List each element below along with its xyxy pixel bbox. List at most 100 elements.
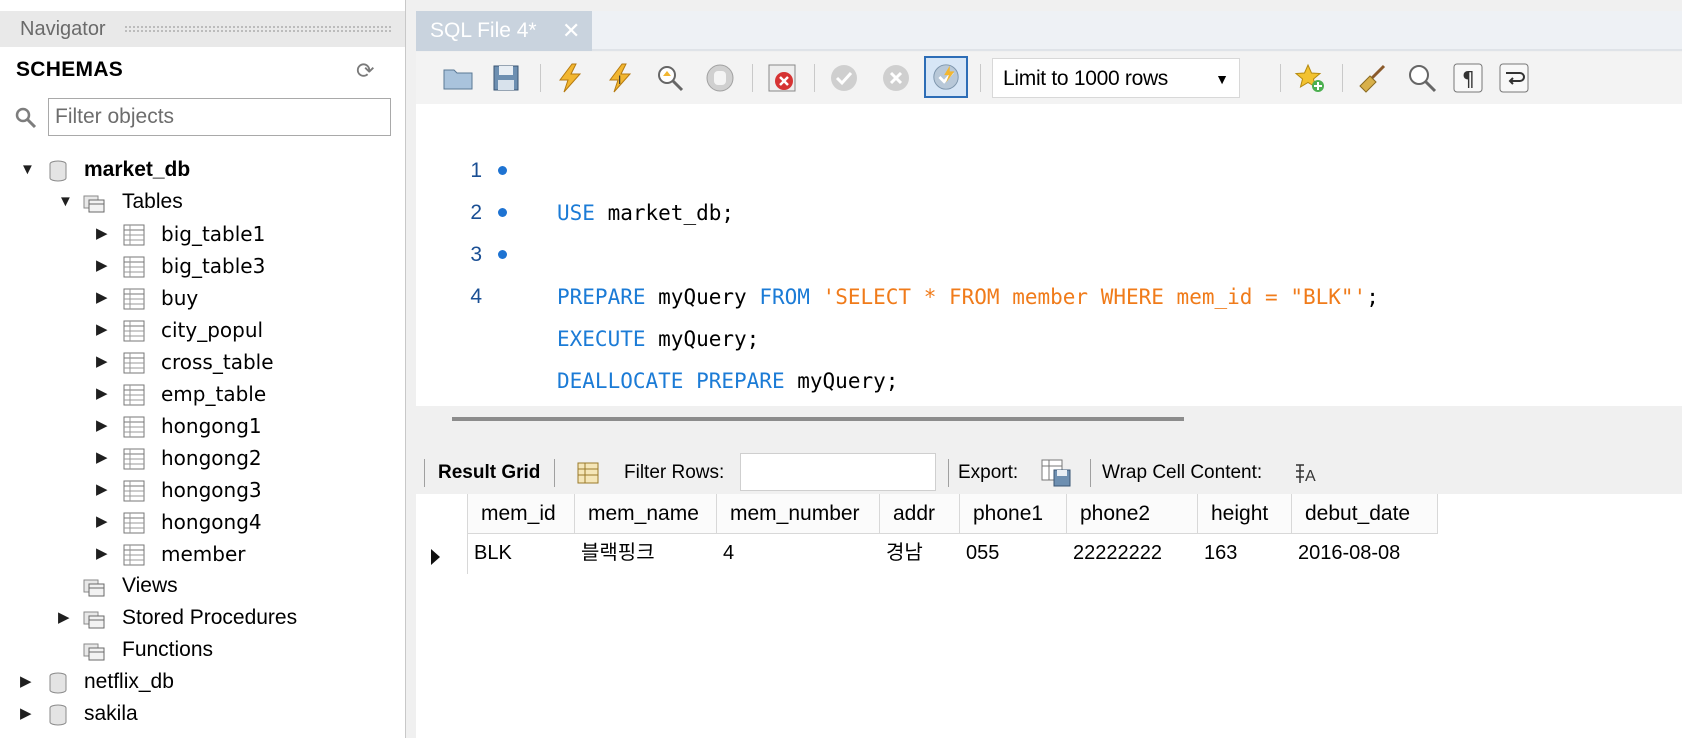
result-grid-tab[interactable]: Result Grid <box>438 452 540 494</box>
table-item[interactable]: ▶ buy <box>0 282 405 314</box>
expand-arrow-icon[interactable]: ▶ <box>20 666 36 698</box>
save-icon[interactable] <box>490 62 522 94</box>
grid-cell[interactable]: 4 <box>717 534 880 572</box>
refresh-icon[interactable]: ⟳ <box>356 60 374 82</box>
table-item[interactable]: ▶ member <box>0 538 405 570</box>
column-header[interactable]: addr <box>880 494 960 534</box>
expand-arrow-icon[interactable]: ▶ <box>96 282 112 314</box>
tables-folder[interactable]: ▼ Tables <box>0 186 405 218</box>
invisible-chars-pilcrow-icon[interactable]: ¶ <box>1452 62 1484 94</box>
export-icon[interactable] <box>1040 458 1072 488</box>
filter-objects-input[interactable] <box>48 98 391 136</box>
grid-cell[interactable]: 블랙핑크 <box>575 534 717 572</box>
execute-lightning-icon[interactable] <box>554 62 586 94</box>
schema-market-db[interactable]: ▼ market_db <box>0 154 405 186</box>
table-item[interactable]: ▶ big_table3 <box>0 250 405 282</box>
expand-arrow-icon[interactable]: ▶ <box>96 378 112 410</box>
execute-current-icon[interactable]: I <box>604 62 636 94</box>
toolbar-separator <box>424 459 425 487</box>
toolbar-separator <box>752 64 753 92</box>
schema-label: sakila <box>84 702 138 725</box>
beautify-broom-icon[interactable] <box>1356 62 1388 94</box>
table-label: hongong4 <box>161 510 262 534</box>
functions-folder[interactable]: Functions <box>0 634 405 666</box>
table-item[interactable]: ▶ hongong3 <box>0 474 405 506</box>
toggle-error-stop-icon[interactable] <box>766 62 798 94</box>
code-line[interactable]: 1 USE market_db; <box>416 108 1682 225</box>
table-label: buy <box>161 286 199 310</box>
schema-netflix-db[interactable]: ▶ netflix_db <box>0 666 405 698</box>
horizontal-scrollbar[interactable] <box>452 417 1184 421</box>
grid-cell[interactable]: 경남 <box>880 534 960 572</box>
rollback-x-icon[interactable] <box>880 62 912 94</box>
table-item[interactable]: ▶ hongong2 <box>0 442 405 474</box>
table-item[interactable]: ▶ emp_table <box>0 378 405 410</box>
column-header[interactable]: mem_id <box>468 494 575 534</box>
table-item[interactable]: ▶ big_table1 <box>0 218 405 250</box>
panel-divider[interactable] <box>405 0 406 738</box>
expand-arrow-icon[interactable]: ▶ <box>96 250 112 282</box>
expand-arrow-icon[interactable]: ▶ <box>58 602 74 634</box>
code-line[interactable]: 2 PREPARE myQuery FROM 'SELECT * FROM me… <box>416 150 1682 309</box>
grid-cell[interactable]: 163 <box>1198 534 1292 572</box>
close-icon[interactable]: ✕ <box>562 11 580 51</box>
tab-sql-file-4[interactable]: SQL File 4* ✕ <box>416 11 592 51</box>
schema-sakila[interactable]: ▶ sakila <box>0 698 405 730</box>
expand-arrow-icon[interactable]: ▶ <box>96 442 112 474</box>
grid-cell[interactable]: 2016-08-08 <box>1292 534 1438 572</box>
expand-arrow-icon[interactable]: ▶ <box>96 346 112 378</box>
tables-label: Tables <box>122 190 183 213</box>
filter-rows-input[interactable] <box>740 453 936 491</box>
current-row-arrow-icon <box>431 549 440 565</box>
column-header[interactable]: phone2 <box>1067 494 1198 534</box>
collapse-arrow-icon[interactable]: ▼ <box>20 154 36 186</box>
code-line[interactable]: 4 DEALLOCATE PREPARE myQuery; <box>416 234 1682 393</box>
column-header[interactable]: phone1 <box>960 494 1067 534</box>
table-label: city_popul <box>161 318 264 342</box>
column-header[interactable]: debut_date <box>1292 494 1438 534</box>
column-header[interactable]: height <box>1198 494 1292 534</box>
expand-arrow-icon[interactable]: ▶ <box>20 698 36 730</box>
views-folder[interactable]: Views <box>0 570 405 602</box>
add-snippet-star-icon[interactable] <box>1294 62 1326 94</box>
stop-hand-icon[interactable] <box>704 62 736 94</box>
limit-rows-select[interactable]: Limit to 1000 rows ▼ <box>992 58 1240 98</box>
procedures-folder-icon <box>83 611 105 629</box>
grid-cell[interactable]: 055 <box>960 534 1067 572</box>
expand-arrow-icon[interactable]: ▶ <box>96 506 112 538</box>
expand-arrow-icon[interactable]: ▶ <box>96 538 112 570</box>
schema-label: market_db <box>84 158 191 181</box>
column-header[interactable]: mem_name <box>575 494 717 534</box>
expand-arrow-icon[interactable]: ▶ <box>96 314 112 346</box>
grid-cell[interactable]: BLK <box>468 534 575 572</box>
find-magnifier-icon[interactable] <box>1406 62 1438 94</box>
expand-arrow-icon[interactable]: ▶ <box>96 410 112 442</box>
expand-arrow-icon: ▶ <box>20 730 36 738</box>
autocommit-toggle[interactable] <box>924 56 968 98</box>
horizontal-scrollbar-area <box>416 406 1682 452</box>
table-item[interactable]: ▶ cross_table <box>0 346 405 378</box>
result-grid[interactable]: mem_id mem_name mem_number addr phone1 p… <box>416 494 1682 738</box>
column-header[interactable]: mem_number <box>717 494 880 534</box>
code-line[interactable]: 3 EXECUTE myQuery; <box>416 192 1682 351</box>
commit-check-icon[interactable] <box>828 62 860 94</box>
chevron-down-icon: ▼ <box>1215 71 1229 87</box>
stored-procedures-folder[interactable]: ▶ Stored Procedures <box>0 602 405 634</box>
grid-layout-icon[interactable] <box>576 461 600 485</box>
table-item[interactable]: ▶ hongong1 <box>0 410 405 442</box>
table-item[interactable]: ▶ city_popul <box>0 314 405 346</box>
open-folder-icon[interactable] <box>442 62 474 94</box>
wrap-cell-toggle-icon[interactable]: A <box>1294 461 1320 485</box>
schema-label: netflix_db <box>84 670 174 693</box>
expand-arrow-icon[interactable]: ▶ <box>96 474 112 506</box>
table-label: big_table1 <box>161 222 266 246</box>
word-wrap-icon[interactable] <box>1498 62 1530 94</box>
explain-icon[interactable] <box>654 62 686 94</box>
collapse-arrow-icon[interactable]: ▼ <box>58 186 74 218</box>
grid-cell[interactable]: 22222222 <box>1067 534 1198 572</box>
sql-editor[interactable]: 1 USE market_db; 2 PREPARE myQuery FROM … <box>416 104 1682 406</box>
code-text: DEALLOCATE PREPARE myQuery; <box>557 360 898 402</box>
table-item[interactable]: ▶ hongong4 <box>0 506 405 538</box>
views-label: Views <box>122 574 178 597</box>
expand-arrow-icon[interactable]: ▶ <box>96 218 112 250</box>
